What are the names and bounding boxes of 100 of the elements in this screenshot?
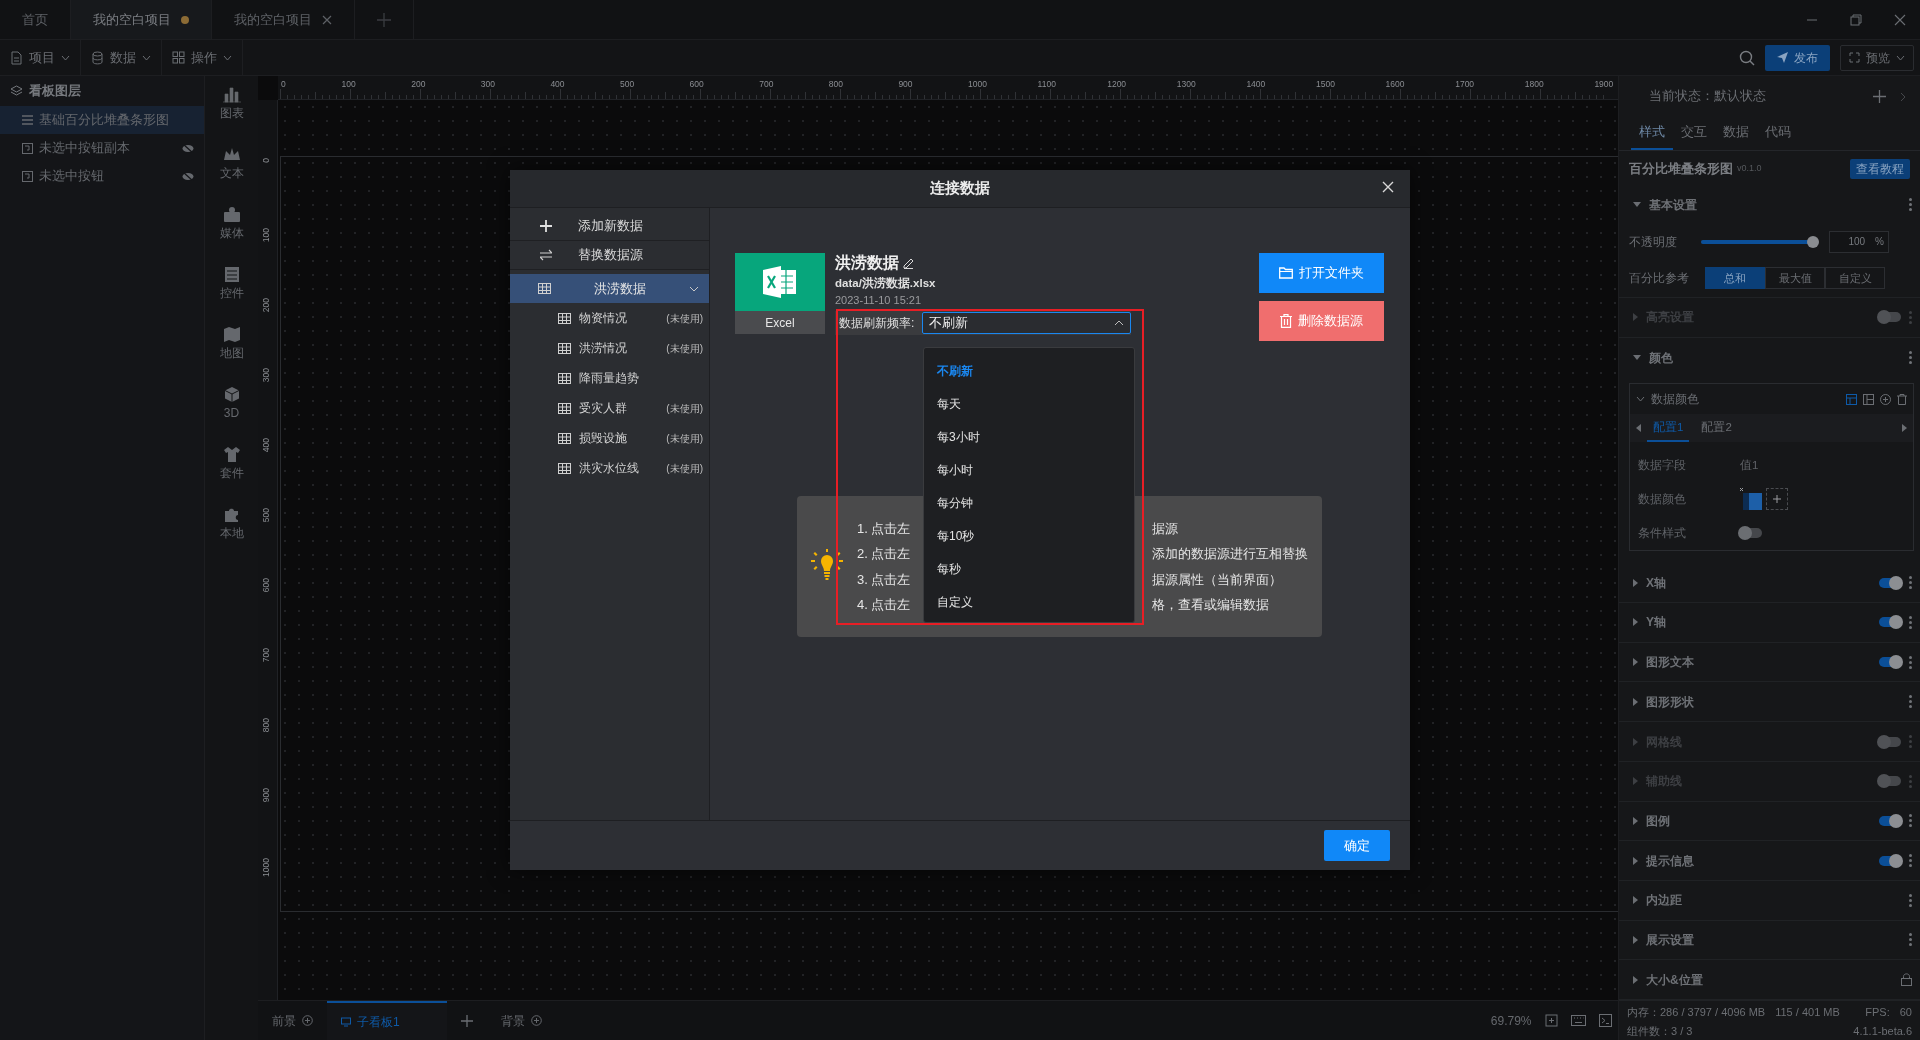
more-icon[interactable] — [1909, 814, 1912, 828]
publish-button[interactable]: 发布 — [1765, 44, 1830, 71]
sheet-item[interactable]: 受灾人群 (未使用) — [510, 393, 709, 423]
fit-icon[interactable] — [1544, 1014, 1558, 1027]
toggle-switch[interactable] — [1879, 657, 1901, 668]
sheet-item[interactable]: 损毁设施 (未使用) — [510, 423, 709, 453]
settings-section[interactable]: Y轴 — [1619, 603, 1920, 643]
dropdown-option[interactable]: 自定义 — [924, 585, 1134, 618]
more-icon[interactable] — [1909, 576, 1912, 590]
button-icon — [22, 142, 33, 154]
sheet-item[interactable]: 降雨量趋势 — [510, 363, 709, 393]
component-category[interactable]: 媒体 — [219, 206, 244, 256]
tutorial-button[interactable]: 查看教程 — [1850, 158, 1910, 179]
delete-source-button[interactable]: 删除数据源 — [1259, 301, 1384, 341]
settings-section[interactable]: 图形形状 — [1619, 682, 1920, 723]
trash-icon[interactable] — [1897, 393, 1907, 405]
toggle-switch[interactable] — [1879, 617, 1901, 628]
panel-tab[interactable]: 代码 — [1757, 117, 1799, 150]
layer-item[interactable]: 未选中按钮副本 — [0, 134, 204, 162]
panel-tab[interactable]: 样式 — [1631, 117, 1673, 150]
component-category[interactable]: 图表 — [219, 86, 244, 136]
settings-section[interactable]: 基本设置 — [1619, 184, 1920, 225]
nav-action[interactable]: 替换数据源 — [510, 241, 709, 270]
toggle-switch[interactable] — [1879, 815, 1901, 826]
component-category[interactable]: 本地 — [219, 506, 244, 556]
settings-section[interactable]: 颜色 — [1619, 337, 1920, 378]
component-category[interactable]: 控件 — [219, 266, 244, 316]
dropdown-option[interactable]: 每分钟 — [924, 486, 1134, 519]
more-icon[interactable] — [1909, 854, 1912, 868]
more-icon[interactable] — [1909, 695, 1912, 709]
layer-item[interactable]: 基础百分比堆叠条形图 — [0, 106, 204, 134]
chevron-icon[interactable] — [1900, 91, 1906, 102]
more-icon[interactable] — [1909, 893, 1912, 907]
settings-section[interactable]: 大小&位置 — [1619, 960, 1920, 1000]
sheet-item[interactable]: 洪涝情况 (未使用) — [510, 333, 709, 363]
menu-button[interactable]: 数据 — [81, 40, 162, 75]
dropdown-option[interactable]: 每秒 — [924, 552, 1134, 585]
layer-tab[interactable]: 背景 — [487, 1000, 556, 1040]
panel-tab[interactable]: 交互 — [1673, 117, 1715, 150]
settings-section[interactable]: 提示信息 — [1619, 841, 1920, 881]
open-folder-button[interactable]: 打开文件夹 — [1259, 253, 1384, 293]
segment-option[interactable]: 总和 — [1705, 266, 1765, 289]
plus-icon[interactable] — [461, 1014, 473, 1027]
add-circle-icon[interactable] — [1880, 393, 1891, 405]
nav-action[interactable]: 添加新数据 — [510, 212, 709, 241]
table-icon[interactable] — [1846, 393, 1857, 405]
more-icon[interactable] — [1909, 351, 1912, 365]
panel-tab[interactable]: 数据 — [1715, 117, 1757, 150]
component-category[interactable]: 文本 — [219, 146, 244, 196]
plus-icon[interactable] — [1873, 90, 1886, 104]
settings-section[interactable]: 图形文本 — [1619, 642, 1920, 683]
dropdown-option[interactable]: 每天 — [924, 387, 1134, 420]
component-category[interactable]: 3D — [222, 386, 241, 436]
layer-item[interactable]: 未选中按钮 — [0, 162, 204, 190]
settings-section[interactable]: 图例 — [1619, 801, 1920, 842]
layout-icon[interactable] — [1863, 393, 1874, 405]
edit-icon[interactable] — [903, 257, 914, 269]
board-tab[interactable]: 子看板1 — [327, 1000, 447, 1040]
component-category[interactable]: 套件 — [219, 446, 244, 496]
project-tab[interactable]: 我的空白项目 — [71, 0, 212, 39]
add-color-button[interactable] — [1766, 488, 1788, 511]
close-icon[interactable] — [1894, 13, 1906, 26]
dropdown-option[interactable]: 每3小时 — [924, 420, 1134, 453]
segment-option[interactable]: 自定义 — [1825, 266, 1885, 289]
component-category[interactable]: 地图 — [219, 326, 244, 376]
segment-option[interactable]: 最大值 — [1765, 266, 1825, 289]
terminal-icon[interactable] — [1598, 1014, 1612, 1027]
scroll-right-icon[interactable] — [1902, 424, 1907, 433]
settings-section[interactable]: X轴 — [1619, 563, 1920, 604]
dropdown-option[interactable]: 不刷新 — [924, 354, 1134, 387]
settings-section[interactable]: 内边距 — [1619, 880, 1920, 921]
restore-icon[interactable] — [1850, 13, 1862, 26]
layer-tab[interactable]: 前景 — [258, 1000, 327, 1040]
config-tab[interactable]: 配置1 — [1647, 414, 1690, 443]
opacity-input[interactable]: 100 % — [1829, 230, 1889, 253]
toggle-switch[interactable] — [1879, 855, 1901, 866]
more-icon[interactable] — [1909, 198, 1912, 212]
keyboard-icon[interactable] — [1570, 1015, 1586, 1026]
color-swatch[interactable] — [1740, 488, 1762, 511]
close-icon[interactable] — [322, 14, 332, 25]
settings-section[interactable]: 展示设置 — [1619, 920, 1920, 961]
dropdown-option[interactable]: 每10秒 — [924, 519, 1134, 552]
menu-button[interactable]: 操作 — [162, 40, 243, 75]
project-tab[interactable]: 我的空白项目 — [212, 0, 355, 39]
toggle-switch[interactable] — [1740, 528, 1762, 539]
confirm-button[interactable]: 确定 — [1324, 830, 1390, 861]
menu-button[interactable]: 项目 — [0, 40, 81, 75]
refresh-select[interactable]: 不刷新 — [921, 312, 1131, 334]
more-icon[interactable] — [1909, 655, 1912, 669]
sheet-item[interactable]: 洪灾水位线 (未使用) — [510, 453, 709, 483]
config-tab[interactable]: 配置2 — [1695, 414, 1738, 443]
more-icon[interactable] — [1909, 615, 1912, 629]
dropdown-option[interactable]: 每小时 — [924, 453, 1134, 486]
toggle-switch[interactable] — [1879, 577, 1901, 588]
more-icon[interactable] — [1909, 933, 1912, 947]
preview-button[interactable]: 预览 — [1840, 44, 1914, 71]
scroll-left-icon[interactable] — [1636, 424, 1641, 433]
sheet-item[interactable]: 物资情况 (未使用) — [510, 303, 709, 333]
search-icon[interactable] — [1739, 49, 1755, 66]
data-source-item[interactable]: 洪涝数据 — [510, 274, 709, 303]
